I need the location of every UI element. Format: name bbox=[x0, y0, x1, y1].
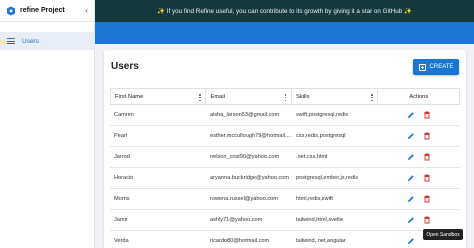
users-list-card: Users CREATE First Name Email Skills Act… bbox=[104, 50, 466, 248]
cell-skills: tailwind,html,svelte bbox=[296, 217, 343, 223]
cell-first-name: Verda bbox=[114, 238, 129, 244]
column-menu-icon[interactable] bbox=[199, 94, 201, 101]
edit-icon[interactable] bbox=[407, 195, 415, 203]
table-header: First Name Email Skills Actions bbox=[110, 88, 460, 105]
edit-icon[interactable] bbox=[407, 216, 415, 224]
cell-actions bbox=[379, 189, 460, 209]
cell-actions bbox=[379, 126, 460, 146]
cell-first-name: Jamir bbox=[114, 217, 128, 223]
cell-email: ricardo80@hotmail.com bbox=[210, 238, 270, 244]
cell-email: aryanna.buckridge@yahoo.com bbox=[210, 175, 290, 181]
refine-logo-icon bbox=[7, 6, 15, 15]
delete-icon[interactable] bbox=[423, 132, 431, 140]
app-title: refine Project bbox=[20, 7, 65, 14]
delete-icon[interactable] bbox=[423, 195, 431, 203]
cell-email: rowena.russel@yahoo.com bbox=[210, 196, 278, 202]
cell-email: ashly71@yahoo.com bbox=[210, 217, 263, 223]
table-row[interactable]: Morris rowena.russel@yahoo.com html,redi… bbox=[110, 189, 460, 210]
create-button[interactable]: CREATE bbox=[413, 59, 459, 75]
github-star-banner[interactable]: ✨ If you find Refine useful, you can con… bbox=[95, 0, 474, 22]
cell-first-name: Pearl bbox=[114, 133, 128, 139]
cell-actions bbox=[379, 105, 460, 125]
table-row[interactable]: Horacio aryanna.buckridge@yahoo.com post… bbox=[110, 168, 460, 189]
table-row[interactable]: Camren aisha_larson53@gmail.com swift,po… bbox=[110, 105, 460, 126]
edit-icon[interactable] bbox=[407, 237, 415, 245]
table-row[interactable]: Jarrod nelson_crist90@yahoo.com .net,css… bbox=[110, 147, 460, 168]
create-button-label: CREATE bbox=[429, 64, 454, 70]
column-menu-icon[interactable] bbox=[371, 94, 373, 101]
users-table: First Name Email Skills Actions Camren a… bbox=[110, 88, 460, 248]
add-icon bbox=[418, 63, 426, 71]
cell-email: aisha_larson53@gmail.com bbox=[210, 112, 280, 118]
delete-icon[interactable] bbox=[423, 216, 431, 224]
column-header-first-name[interactable]: First Name bbox=[111, 89, 207, 104]
tooltip-text: Open Sandbox bbox=[426, 231, 460, 238]
column-header-email[interactable]: Email bbox=[206, 89, 292, 104]
cell-actions bbox=[379, 147, 460, 167]
edit-icon[interactable] bbox=[407, 174, 415, 182]
column-header-actions: Actions bbox=[409, 93, 429, 100]
page-title: Users bbox=[111, 61, 139, 72]
cell-email: nelson_crist90@yahoo.com bbox=[210, 154, 280, 160]
cell-actions bbox=[379, 168, 460, 188]
sidebar-item-label: Users bbox=[22, 37, 39, 45]
column-header-skills[interactable]: Skills bbox=[292, 89, 379, 104]
cell-email: esther.mccullough79@hotmail.... bbox=[210, 133, 292, 139]
cell-actions bbox=[379, 210, 460, 230]
sidebar-item-users[interactable]: Users bbox=[0, 32, 94, 50]
cell-skills: swift,postgresql,redis bbox=[296, 112, 349, 118]
column-menu-icon[interactable] bbox=[284, 94, 287, 101]
collapse-sidebar-icon[interactable]: ‹ bbox=[85, 6, 88, 15]
cell-first-name: Morris bbox=[114, 196, 130, 202]
delete-icon[interactable] bbox=[423, 174, 431, 182]
edit-icon[interactable] bbox=[407, 111, 415, 119]
cell-first-name: Jarrod bbox=[114, 154, 130, 160]
open-sandbox-tooltip[interactable]: Open Sandbox bbox=[423, 229, 463, 240]
cell-first-name: Horacio bbox=[114, 175, 134, 181]
table-row[interactable]: Pearl esther.mccullough79@hotmail.... cs… bbox=[110, 126, 460, 147]
cell-skills: tailwind,.net,angular bbox=[296, 238, 346, 244]
table-row[interactable]: Verda ricardo80@hotmail.com tailwind,.ne… bbox=[110, 231, 460, 248]
app-bar bbox=[95, 22, 474, 44]
cell-skills: css,redis,postgresql bbox=[296, 133, 346, 139]
cell-skills: .net,css,html bbox=[296, 154, 328, 160]
delete-icon[interactable] bbox=[423, 153, 431, 161]
delete-icon[interactable] bbox=[423, 111, 431, 119]
cell-first-name: Camren bbox=[114, 112, 134, 118]
cell-skills: html,redis,swift bbox=[296, 196, 333, 202]
sidebar: refine Project ‹ Users bbox=[0, 0, 95, 248]
list-icon bbox=[7, 38, 15, 44]
sidebar-header: refine Project ‹ bbox=[0, 0, 94, 22]
banner-text: ✨ If you find Refine useful, you can con… bbox=[157, 8, 412, 15]
table-row[interactable]: Jamir ashly71@yahoo.com tailwind,html,sv… bbox=[110, 210, 460, 231]
edit-icon[interactable] bbox=[407, 132, 415, 140]
edit-icon[interactable] bbox=[407, 153, 415, 161]
cell-skills: postgresql,ember.js,redis bbox=[296, 175, 359, 181]
